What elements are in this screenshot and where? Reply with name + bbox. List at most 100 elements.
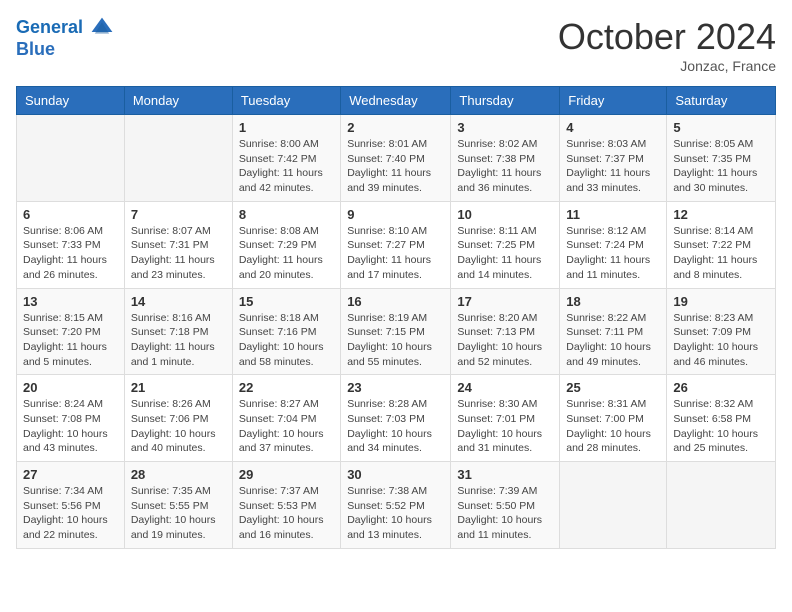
day-detail: Sunrise: 8:30 AMSunset: 7:01 PMDaylight:… <box>457 397 553 456</box>
calendar-cell: 23 Sunrise: 8:28 AMSunset: 7:03 PMDayligh… <box>341 375 451 462</box>
month-title: October 2024 <box>558 16 776 58</box>
logo-text: General <box>16 16 114 40</box>
day-number: 1 <box>239 120 334 135</box>
calendar-cell: 18 Sunrise: 8:22 AMSunset: 7:11 PMDayligh… <box>560 288 667 375</box>
day-detail: Sunrise: 8:28 AMSunset: 7:03 PMDaylight:… <box>347 397 444 456</box>
day-detail: Sunrise: 8:14 AMSunset: 7:22 PMDaylight:… <box>673 224 769 283</box>
day-number: 29 <box>239 467 334 482</box>
calendar-cell: 27 Sunrise: 7:34 AMSunset: 5:56 PMDayligh… <box>17 462 125 549</box>
day-detail: Sunrise: 7:37 AMSunset: 5:53 PMDaylight:… <box>239 484 334 543</box>
day-detail: Sunrise: 8:12 AMSunset: 7:24 PMDaylight:… <box>566 224 660 283</box>
day-number: 7 <box>131 207 226 222</box>
title-area: October 2024 Jonzac, France <box>558 16 776 74</box>
calendar-cell: 21 Sunrise: 8:26 AMSunset: 7:06 PMDayligh… <box>124 375 232 462</box>
day-detail: Sunrise: 8:32 AMSunset: 6:58 PMDaylight:… <box>673 397 769 456</box>
day-number: 8 <box>239 207 334 222</box>
calendar-cell: 24 Sunrise: 8:30 AMSunset: 7:01 PMDayligh… <box>451 375 560 462</box>
day-detail: Sunrise: 8:07 AMSunset: 7:31 PMDaylight:… <box>131 224 226 283</box>
day-detail: Sunrise: 7:39 AMSunset: 5:50 PMDaylight:… <box>457 484 553 543</box>
day-number: 11 <box>566 207 660 222</box>
calendar-cell: 20 Sunrise: 8:24 AMSunset: 7:08 PMDayligh… <box>17 375 125 462</box>
day-detail: Sunrise: 8:27 AMSunset: 7:04 PMDaylight:… <box>239 397 334 456</box>
day-number: 20 <box>23 380 118 395</box>
day-number: 19 <box>673 294 769 309</box>
day-detail: Sunrise: 7:38 AMSunset: 5:52 PMDaylight:… <box>347 484 444 543</box>
day-detail: Sunrise: 8:10 AMSunset: 7:27 PMDaylight:… <box>347 224 444 283</box>
day-number: 26 <box>673 380 769 395</box>
day-detail: Sunrise: 8:00 AMSunset: 7:42 PMDaylight:… <box>239 137 334 196</box>
weekday-header-tuesday: Tuesday <box>232 87 340 115</box>
calendar-cell: 9 Sunrise: 8:10 AMSunset: 7:27 PMDaylight… <box>341 201 451 288</box>
weekday-header-friday: Friday <box>560 87 667 115</box>
day-number: 14 <box>131 294 226 309</box>
day-detail: Sunrise: 8:31 AMSunset: 7:00 PMDaylight:… <box>566 397 660 456</box>
day-detail: Sunrise: 8:26 AMSunset: 7:06 PMDaylight:… <box>131 397 226 456</box>
day-number: 24 <box>457 380 553 395</box>
weekday-header-wednesday: Wednesday <box>341 87 451 115</box>
day-detail: Sunrise: 8:22 AMSunset: 7:11 PMDaylight:… <box>566 311 660 370</box>
calendar-cell: 5 Sunrise: 8:05 AMSunset: 7:35 PMDaylight… <box>667 115 776 202</box>
calendar-cell: 7 Sunrise: 8:07 AMSunset: 7:31 PMDaylight… <box>124 201 232 288</box>
weekday-header-thursday: Thursday <box>451 87 560 115</box>
day-number: 4 <box>566 120 660 135</box>
weekday-header-row: SundayMondayTuesdayWednesdayThursdayFrid… <box>17 87 776 115</box>
calendar-cell: 28 Sunrise: 7:35 AMSunset: 5:55 PMDayligh… <box>124 462 232 549</box>
calendar-cell: 25 Sunrise: 8:31 AMSunset: 7:00 PMDayligh… <box>560 375 667 462</box>
day-detail: Sunrise: 8:23 AMSunset: 7:09 PMDaylight:… <box>673 311 769 370</box>
calendar-cell <box>560 462 667 549</box>
calendar-cell: 1 Sunrise: 8:00 AMSunset: 7:42 PMDaylight… <box>232 115 340 202</box>
day-number: 18 <box>566 294 660 309</box>
calendar-cell: 2Sunrise: 8:01 AMSunset: 7:40 PMDaylight… <box>341 115 451 202</box>
calendar-cell: 29 Sunrise: 7:37 AMSunset: 5:53 PMDayligh… <box>232 462 340 549</box>
day-number: 5 <box>673 120 769 135</box>
day-detail: Sunrise: 8:15 AMSunset: 7:20 PMDaylight:… <box>23 311 118 370</box>
day-detail: Sunrise: 7:35 AMSunset: 5:55 PMDaylight:… <box>131 484 226 543</box>
day-number: 21 <box>131 380 226 395</box>
day-detail: Sunrise: 8:06 AMSunset: 7:33 PMDaylight:… <box>23 224 118 283</box>
day-number: 22 <box>239 380 334 395</box>
calendar-cell: 11 Sunrise: 8:12 AMSunset: 7:24 PMDayligh… <box>560 201 667 288</box>
weekday-header-sunday: Sunday <box>17 87 125 115</box>
calendar-cell: 22 Sunrise: 8:27 AMSunset: 7:04 PMDayligh… <box>232 375 340 462</box>
day-number: 27 <box>23 467 118 482</box>
weekday-header-saturday: Saturday <box>667 87 776 115</box>
page-header: General Blue October 2024 Jonzac, France <box>16 16 776 74</box>
day-number: 30 <box>347 467 444 482</box>
day-number: 15 <box>239 294 334 309</box>
calendar-cell: 14 Sunrise: 8:16 AMSunset: 7:18 PMDayligh… <box>124 288 232 375</box>
calendar-cell: 17 Sunrise: 8:20 AMSunset: 7:13 PMDayligh… <box>451 288 560 375</box>
day-detail: Sunrise: 7:34 AMSunset: 5:56 PMDaylight:… <box>23 484 118 543</box>
day-detail: Sunrise: 8:24 AMSunset: 7:08 PMDaylight:… <box>23 397 118 456</box>
calendar-cell: 15 Sunrise: 8:18 AMSunset: 7:16 PMDayligh… <box>232 288 340 375</box>
calendar-cell: 13 Sunrise: 8:15 AMSunset: 7:20 PMDayligh… <box>17 288 125 375</box>
calendar-cell: 6Sunrise: 8:06 AMSunset: 7:33 PMDaylight… <box>17 201 125 288</box>
week-row-5: 27 Sunrise: 7:34 AMSunset: 5:56 PMDayligh… <box>17 462 776 549</box>
calendar-cell <box>17 115 125 202</box>
day-number: 28 <box>131 467 226 482</box>
day-number: 3 <box>457 120 553 135</box>
day-number: 9 <box>347 207 444 222</box>
day-number: 17 <box>457 294 553 309</box>
day-detail: Sunrise: 8:16 AMSunset: 7:18 PMDaylight:… <box>131 311 226 370</box>
day-number: 25 <box>566 380 660 395</box>
week-row-4: 20 Sunrise: 8:24 AMSunset: 7:08 PMDayligh… <box>17 375 776 462</box>
day-detail: Sunrise: 8:18 AMSunset: 7:16 PMDaylight:… <box>239 311 334 370</box>
location: Jonzac, France <box>558 58 776 74</box>
day-detail: Sunrise: 8:01 AMSunset: 7:40 PMDaylight:… <box>347 137 444 196</box>
day-number: 13 <box>23 294 118 309</box>
day-detail: Sunrise: 8:19 AMSunset: 7:15 PMDaylight:… <box>347 311 444 370</box>
day-detail: Sunrise: 8:05 AMSunset: 7:35 PMDaylight:… <box>673 137 769 196</box>
day-number: 23 <box>347 380 444 395</box>
calendar-cell: 12Sunrise: 8:14 AMSunset: 7:22 PMDayligh… <box>667 201 776 288</box>
calendar-cell <box>124 115 232 202</box>
week-row-2: 6Sunrise: 8:06 AMSunset: 7:33 PMDaylight… <box>17 201 776 288</box>
day-detail: Sunrise: 8:20 AMSunset: 7:13 PMDaylight:… <box>457 311 553 370</box>
calendar-cell: 4 Sunrise: 8:03 AMSunset: 7:37 PMDaylight… <box>560 115 667 202</box>
logo: General Blue <box>16 16 114 60</box>
calendar-cell: 16Sunrise: 8:19 AMSunset: 7:15 PMDayligh… <box>341 288 451 375</box>
day-detail: Sunrise: 8:03 AMSunset: 7:37 PMDaylight:… <box>566 137 660 196</box>
day-detail: Sunrise: 8:11 AMSunset: 7:25 PMDaylight:… <box>457 224 553 283</box>
calendar-cell: 3 Sunrise: 8:02 AMSunset: 7:38 PMDaylight… <box>451 115 560 202</box>
logo-blue: Blue <box>16 40 114 60</box>
day-detail: Sunrise: 8:02 AMSunset: 7:38 PMDaylight:… <box>457 137 553 196</box>
